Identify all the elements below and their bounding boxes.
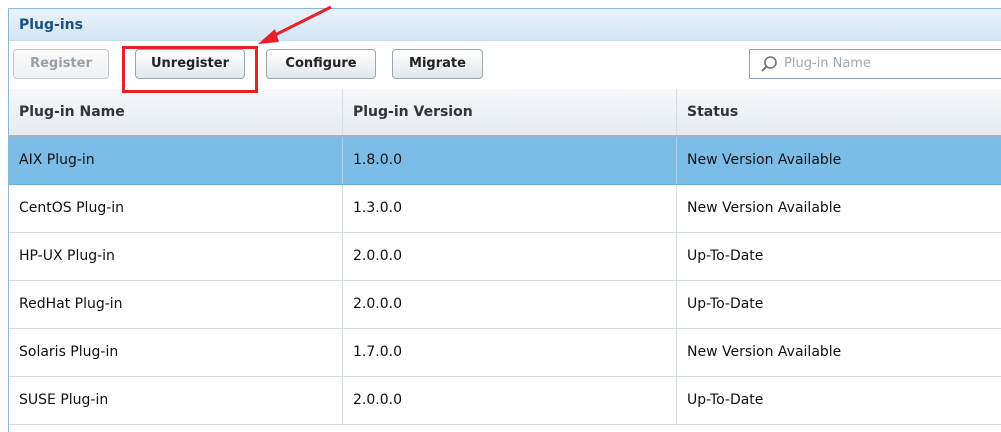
plugin-version-cell: 1.3.0.0 xyxy=(343,185,677,232)
plugins-table: Plug-in Name Plug-in Version Status AIX … xyxy=(9,89,1001,425)
table-row[interactable]: HP-UX Plug-in 2.0.0.0 Up-To-Date xyxy=(9,233,1001,281)
table-row[interactable]: AIX Plug-in 1.8.0.0 New Version Available xyxy=(9,137,1001,185)
plugin-status-cell: Up-To-Date xyxy=(687,296,764,312)
plugin-version-cell: 2.0.0.0 xyxy=(343,233,677,280)
plugin-status-cell: New Version Available xyxy=(687,344,842,360)
table-row[interactable]: RedHat Plug-in 2.0.0.0 Up-To-Date xyxy=(9,281,1001,329)
column-header-status[interactable]: Status xyxy=(677,89,1001,135)
plugin-name-cell: Solaris Plug-in xyxy=(9,329,343,376)
plugin-status-cell: Up-To-Date xyxy=(687,248,764,264)
register-button[interactable]: Register xyxy=(13,49,109,79)
migrate-button[interactable]: Migrate xyxy=(392,49,483,79)
plugin-name-cell: CentOS Plug-in xyxy=(9,185,343,232)
plugin-version-cell: 1.8.0.0 xyxy=(343,137,677,184)
table-header: Plug-in Name Plug-in Version Status xyxy=(9,89,1001,137)
plugin-status-cell: New Version Available xyxy=(687,200,842,216)
unregister-highlight-box xyxy=(122,46,258,93)
plugin-name-cell: AIX Plug-in xyxy=(9,137,343,184)
plugin-version-cell: 2.0.0.0 xyxy=(343,377,677,424)
plugin-name-cell: SUSE Plug-in xyxy=(9,377,343,424)
search-placeholder: Plug-in Name xyxy=(784,56,871,71)
table-row[interactable]: CentOS Plug-in 1.3.0.0 New Version Availab… xyxy=(9,185,1001,233)
annotation-arrow-icon xyxy=(258,5,332,44)
plugin-name-cell: HP-UX Plug-in xyxy=(9,233,343,280)
column-header-version[interactable]: Plug-in Version xyxy=(343,89,677,135)
search-icon xyxy=(761,56,777,72)
configure-button[interactable]: Configure xyxy=(266,49,376,79)
panel-title: Plug-ins xyxy=(9,9,1001,41)
plugin-status-cell: New Version Available xyxy=(687,152,842,168)
column-header-name[interactable]: Plug-in Name xyxy=(9,89,343,135)
plugin-status-cell: Up-To-Date xyxy=(687,392,764,408)
table-row[interactable]: SUSE Plug-in 2.0.0.0 Up-To-Date xyxy=(9,377,1001,425)
plugin-version-cell: 1.7.0.0 xyxy=(343,329,677,376)
table-row[interactable]: Solaris Plug-in 1.7.0.0 New Version Availa… xyxy=(9,329,1001,377)
plugin-version-cell: 2.0.0.0 xyxy=(343,281,677,328)
search-input[interactable]: Plug-in Name xyxy=(749,49,1001,79)
plugin-name-cell: RedHat Plug-in xyxy=(9,281,343,328)
